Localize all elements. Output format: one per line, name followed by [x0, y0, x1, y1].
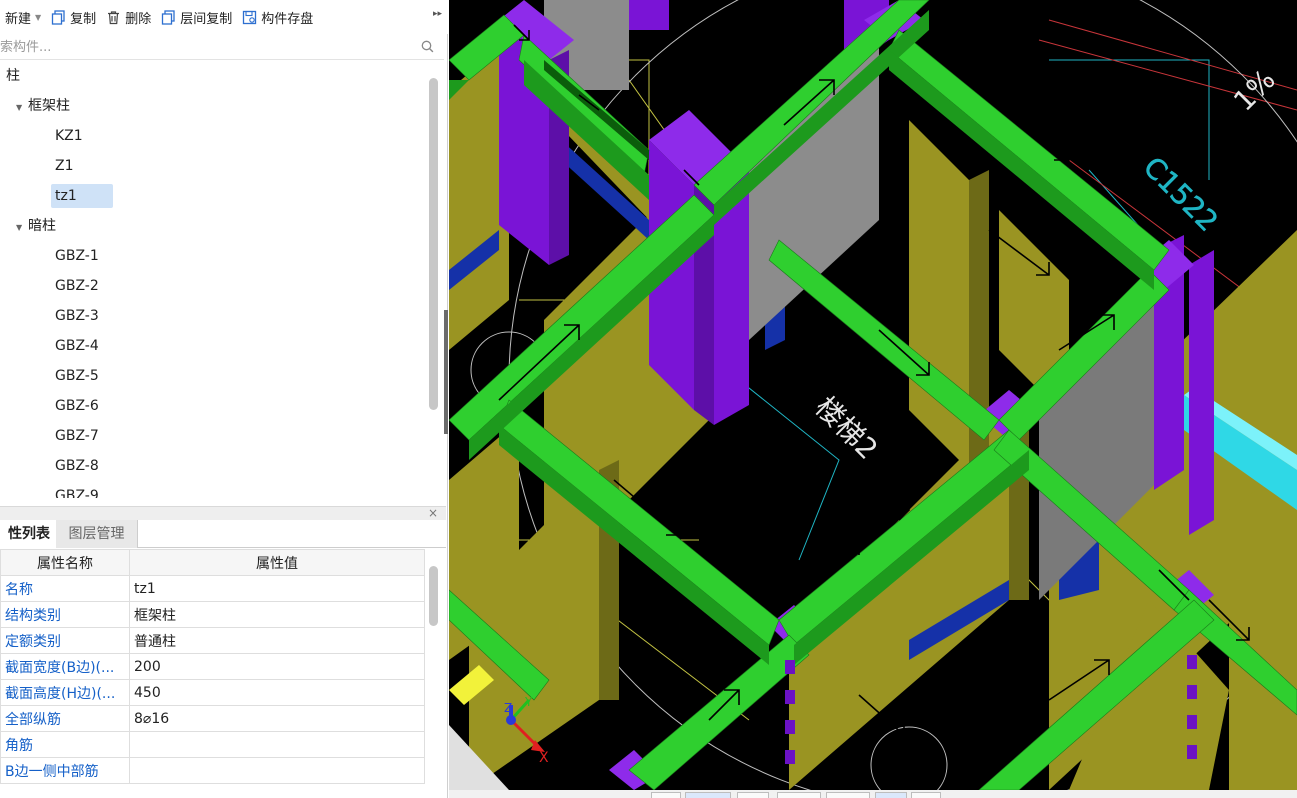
tree-item[interactable]: GBZ-3 [51, 304, 103, 328]
table-row[interactable]: B边一侧中部筋 [0, 757, 425, 784]
chevron-down-icon: ▼ [35, 12, 42, 22]
view-button[interactable] [685, 792, 731, 798]
property-name: 全部纵筋 [0, 705, 130, 732]
tree-item[interactable]: GBZ-8 [51, 454, 103, 478]
property-tabs: 性列表 图层管理 [0, 520, 446, 548]
floor-copy-label: 层间复制 [180, 11, 233, 27]
view-button[interactable] [826, 792, 870, 798]
property-value[interactable]: 200 [129, 653, 425, 680]
property-table: 属性名称 属性值 名称 tz1 结构类别 框架柱 定额类别 普通柱 截面宽度(B边)(… [0, 549, 425, 784]
view-button[interactable] [737, 792, 769, 798]
tree-item-selected[interactable]: tz1 [51, 184, 113, 208]
column-header-name: 属性名称 [0, 549, 130, 576]
view-button[interactable] [875, 792, 907, 798]
property-scrollbar[interactable] [429, 566, 438, 626]
view-toolbar-strip [449, 790, 1297, 798]
table-row[interactable]: 截面高度(H边)(... 450 [0, 679, 425, 706]
more-icon[interactable]: ▸▸ [433, 9, 442, 19]
tree-item[interactable]: KZ1 [51, 124, 87, 148]
property-value[interactable] [129, 731, 425, 758]
component-search [0, 34, 444, 60]
property-name: 角筋 [0, 731, 130, 758]
view-button[interactable] [651, 792, 681, 798]
tab-layer-manager[interactable]: 图层管理 [56, 520, 138, 548]
component-tree: 柱 ▼ 框架柱 KZ1 Z1 tz1 ▼ 暗柱 GBZ-1 GBZ-2 GBZ-3 … [0, 61, 428, 499]
view-button[interactable] [777, 792, 821, 798]
property-name: 定额类别 [0, 627, 130, 654]
property-panel-header: × [0, 506, 446, 520]
tree-item[interactable]: GBZ-7 [51, 424, 103, 448]
tree-item[interactable]: Z1 [51, 154, 78, 178]
component-toolbar: 新建 ▼ 复制 删除 层间复制 构件存盘 ▸▸ [0, 0, 448, 34]
cad-text: C1522 [1137, 150, 1225, 238]
cad-text: 楼梯2 [809, 390, 885, 466]
tree-group-label: 暗柱 [28, 218, 56, 234]
save-label: 构件存盘 [261, 11, 314, 27]
tree-group-hidden-column[interactable]: ▼ 暗柱 [16, 215, 56, 237]
trash-icon [106, 10, 121, 25]
axis-label-z: Z [504, 701, 512, 715]
search-icon[interactable] [421, 40, 434, 53]
chevron-down-icon[interactable]: ▼ [16, 217, 28, 239]
tree-group-frame-column[interactable]: ▼ 框架柱 [16, 95, 70, 117]
table-row[interactable]: 全部纵筋 8⌀16 [0, 705, 425, 732]
tree-item[interactable]: GBZ-2 [51, 274, 103, 298]
axis-label-x: X [539, 750, 549, 766]
3d-scene: 楼梯2 1% C1522 X Y Z [449, 0, 1297, 790]
copy-button[interactable]: 复制 [47, 5, 102, 29]
save-icon [242, 10, 257, 25]
property-value[interactable]: tz1 [129, 575, 425, 602]
tab-property-list[interactable]: 性列表 [0, 520, 59, 548]
axis-label-y: Y [524, 695, 533, 709]
tree-item[interactable]: GBZ-1 [51, 244, 103, 268]
property-value[interactable]: 框架柱 [129, 601, 425, 628]
table-row[interactable]: 结构类别 框架柱 [0, 601, 425, 628]
property-name: 名称 [0, 575, 130, 602]
tree-item[interactable]: GBZ-4 [51, 334, 103, 358]
floor-copy-icon [161, 9, 176, 25]
tree-item[interactable]: GBZ-5 [51, 364, 103, 388]
save-component-button[interactable]: 构件存盘 [238, 5, 319, 29]
copy-icon [51, 9, 66, 25]
floor-copy-button[interactable]: 层间复制 [157, 5, 238, 29]
property-name: 截面高度(H边)(... [0, 679, 130, 706]
panel-splitter[interactable] [444, 310, 448, 434]
3d-model-viewport[interactable]: 楼梯2 1% C1522 X Y Z [449, 0, 1297, 790]
new-button[interactable]: 新建 ▼ [0, 5, 47, 29]
tree-root-column[interactable]: 柱 [6, 65, 20, 87]
component-panel: 新建 ▼ 复制 删除 层间复制 构件存盘 ▸▸ 索构件... 柱 ▼ 框架柱 K… [0, 0, 448, 798]
tree-scrollbar[interactable] [429, 78, 438, 410]
tree-group-label: 框架柱 [28, 98, 70, 114]
delete-button[interactable]: 删除 [102, 5, 157, 29]
tree-root-label: 柱 [6, 68, 20, 84]
chevron-down-icon[interactable]: ▼ [16, 97, 28, 119]
view-button[interactable] [911, 792, 941, 798]
property-value[interactable]: 450 [129, 679, 425, 706]
column-header-value: 属性值 [129, 549, 425, 576]
table-row[interactable]: 截面宽度(B边)(... 200 [0, 653, 425, 680]
table-header-row: 属性名称 属性值 [0, 549, 425, 576]
property-value[interactable]: 8⌀16 [129, 705, 425, 732]
close-icon[interactable]: × [428, 507, 438, 520]
property-value[interactable]: 普通柱 [129, 627, 425, 654]
property-name: 截面宽度(B边)(... [0, 653, 130, 680]
tree-item[interactable]: GBZ-6 [51, 394, 103, 418]
search-input[interactable] [0, 36, 410, 58]
table-row[interactable]: 定额类别 普通柱 [0, 627, 425, 654]
copy-label: 复制 [70, 11, 97, 27]
property-value[interactable] [129, 757, 425, 784]
delete-label: 删除 [125, 11, 152, 27]
property-name: B边一侧中部筋 [0, 757, 130, 784]
property-name: 结构类别 [0, 601, 130, 628]
table-row[interactable]: 名称 tz1 [0, 575, 425, 602]
tree-item[interactable]: GBZ-9 [51, 484, 103, 498]
new-label: 新建 [5, 11, 32, 27]
table-row[interactable]: 角筋 [0, 731, 425, 758]
